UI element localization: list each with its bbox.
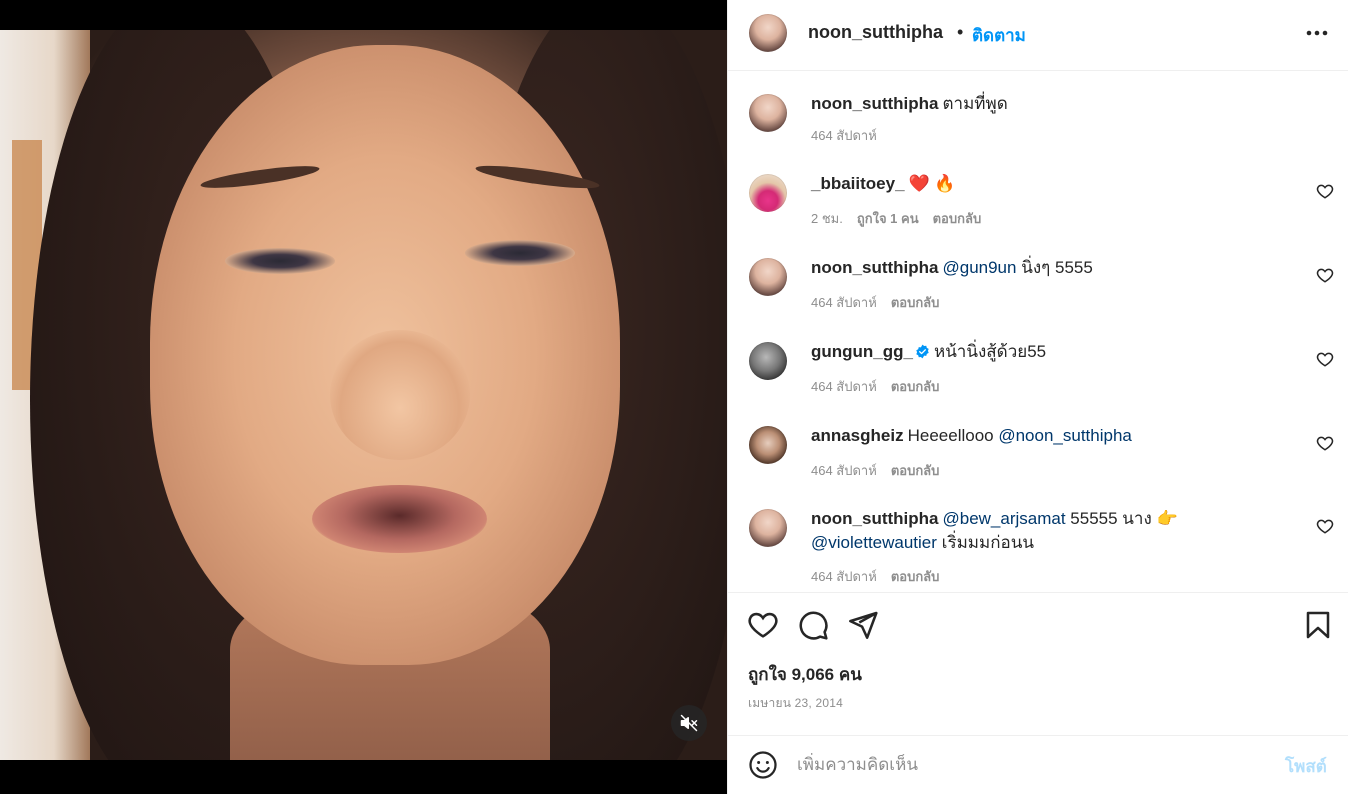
reply-button[interactable]: ตอบกลับ <box>891 295 940 310</box>
avatar[interactable] <box>749 258 787 296</box>
comment-item: _bbaiitoey_ ❤️ 🔥 2 ชม. ถูกใจ 1 คน ตอบกลับ <box>727 172 1348 236</box>
reply-button[interactable]: ตอบกลับ <box>933 211 982 226</box>
avatar[interactable] <box>749 174 787 212</box>
header-separator: • <box>957 22 964 42</box>
comment-likes[interactable]: ถูกใจ 1 คน <box>857 211 919 226</box>
avatar[interactable] <box>749 94 787 132</box>
reply-button[interactable]: ตอบกลับ <box>891 463 940 478</box>
comment-text: หน้านิ่งสู้ด้วย55 <box>933 342 1047 361</box>
comment-text-2: เริ่มมมก่อนน <box>936 533 1034 552</box>
comments-list[interactable]: noon_sutthipha ตามที่พูด 464 สัปดาห์ _bba… <box>727 72 1348 592</box>
comment-like-heart-icon[interactable] <box>1316 266 1334 284</box>
avatar[interactable] <box>749 342 787 380</box>
comment-mention-2[interactable]: @violettewautier <box>811 533 937 552</box>
comment-time[interactable]: 464 สัปดาห์ <box>811 295 877 310</box>
reply-button[interactable]: ตอบกลับ <box>891 569 940 584</box>
post-dialog: noon_sutthipha • ติดตาม noon_sutthipha ตา… <box>0 0 1348 794</box>
comment-item: gungun_gg_ หน้านิ่งสู้ด้วย55 464 สัปดาห์ ต… <box>727 340 1348 404</box>
media-panel <box>0 0 727 794</box>
more-options-button[interactable] <box>1302 20 1332 46</box>
like-heart-icon[interactable] <box>747 609 779 641</box>
comment-like-heart-icon[interactable] <box>1316 350 1334 368</box>
post-actions: ถูกใจ 9,066 คน เมษายน 23, 2014 <box>727 592 1348 736</box>
comment-time[interactable]: 464 สัปดาห์ <box>811 463 877 478</box>
comment-username[interactable]: noon_sutthipha <box>811 258 938 277</box>
post-video[interactable] <box>0 30 727 760</box>
comment-username[interactable]: _bbaiitoey_ <box>811 174 905 193</box>
comment-item: noon_sutthipha @gun9un นิ่งๆ 5555 464 สัป… <box>727 256 1348 320</box>
comment-username[interactable]: annasgheiz <box>811 426 904 445</box>
post-date[interactable]: เมษายน 23, 2014 <box>748 694 843 713</box>
comment-mention[interactable]: @gun9un <box>942 258 1016 277</box>
comment-text: ❤️ 🔥 <box>908 174 956 193</box>
post-comment-button[interactable]: โพสต์ <box>1285 753 1327 780</box>
more-horizontal-icon <box>1306 30 1328 36</box>
comment-time[interactable]: 464 สัปดาห์ <box>811 569 877 584</box>
comment-item: noon_sutthipha @bew_arjsamat 55555 นาง 👉 @… <box>727 507 1348 592</box>
comment-text: นิ่งๆ 5555 <box>1016 258 1093 277</box>
follow-button[interactable]: ติดตาม <box>972 22 1026 49</box>
author-username[interactable]: noon_sutthipha <box>808 22 943 43</box>
comment-bubble-icon[interactable] <box>797 609 829 641</box>
comment-item: annasgheiz Heeeellooo @noon_sutthipha 464… <box>727 424 1348 488</box>
emoji-smiley-icon[interactable] <box>748 750 778 780</box>
comment-like-heart-icon[interactable] <box>1316 434 1334 452</box>
author-avatar[interactable] <box>749 14 787 52</box>
audio-muted-button[interactable] <box>671 705 707 741</box>
comment-text: ตามที่พูด <box>942 94 1008 113</box>
share-paper-plane-icon[interactable] <box>847 609 879 641</box>
comment-username[interactable]: noon_sutthipha <box>811 509 938 528</box>
save-bookmark-icon[interactable] <box>1302 609 1334 641</box>
comment-username[interactable]: noon_sutthipha <box>811 94 938 113</box>
comment-mention[interactable]: @noon_sutthipha <box>998 426 1132 445</box>
caption: noon_sutthipha ตามที่พูด 464 สัปดาห์ <box>727 92 1348 152</box>
comment-time[interactable]: 464 สัปดาห์ <box>811 128 877 143</box>
comment-like-heart-icon[interactable] <box>1316 182 1334 200</box>
avatar[interactable] <box>749 426 787 464</box>
comment-composer: โพสต์ <box>727 735 1348 794</box>
comment-text: Heeeellooo <box>907 426 999 445</box>
comment-username[interactable]: gungun_gg_ <box>811 342 913 361</box>
reply-button[interactable]: ตอบกลับ <box>891 379 940 394</box>
verified-badge-icon <box>916 344 929 359</box>
likes-count[interactable]: ถูกใจ 9,066 คน <box>748 661 862 688</box>
comment-time[interactable]: 2 ชม. <box>811 211 843 226</box>
comment-input[interactable] <box>797 753 1267 777</box>
comment-time[interactable]: 464 สัปดาห์ <box>811 379 877 394</box>
comment-like-heart-icon[interactable] <box>1316 517 1334 535</box>
avatar[interactable] <box>749 509 787 547</box>
volume-muted-icon <box>680 714 698 732</box>
comment-text: 55555 นาง 👉 <box>1065 509 1178 528</box>
comment-mention[interactable]: @bew_arjsamat <box>942 509 1065 528</box>
